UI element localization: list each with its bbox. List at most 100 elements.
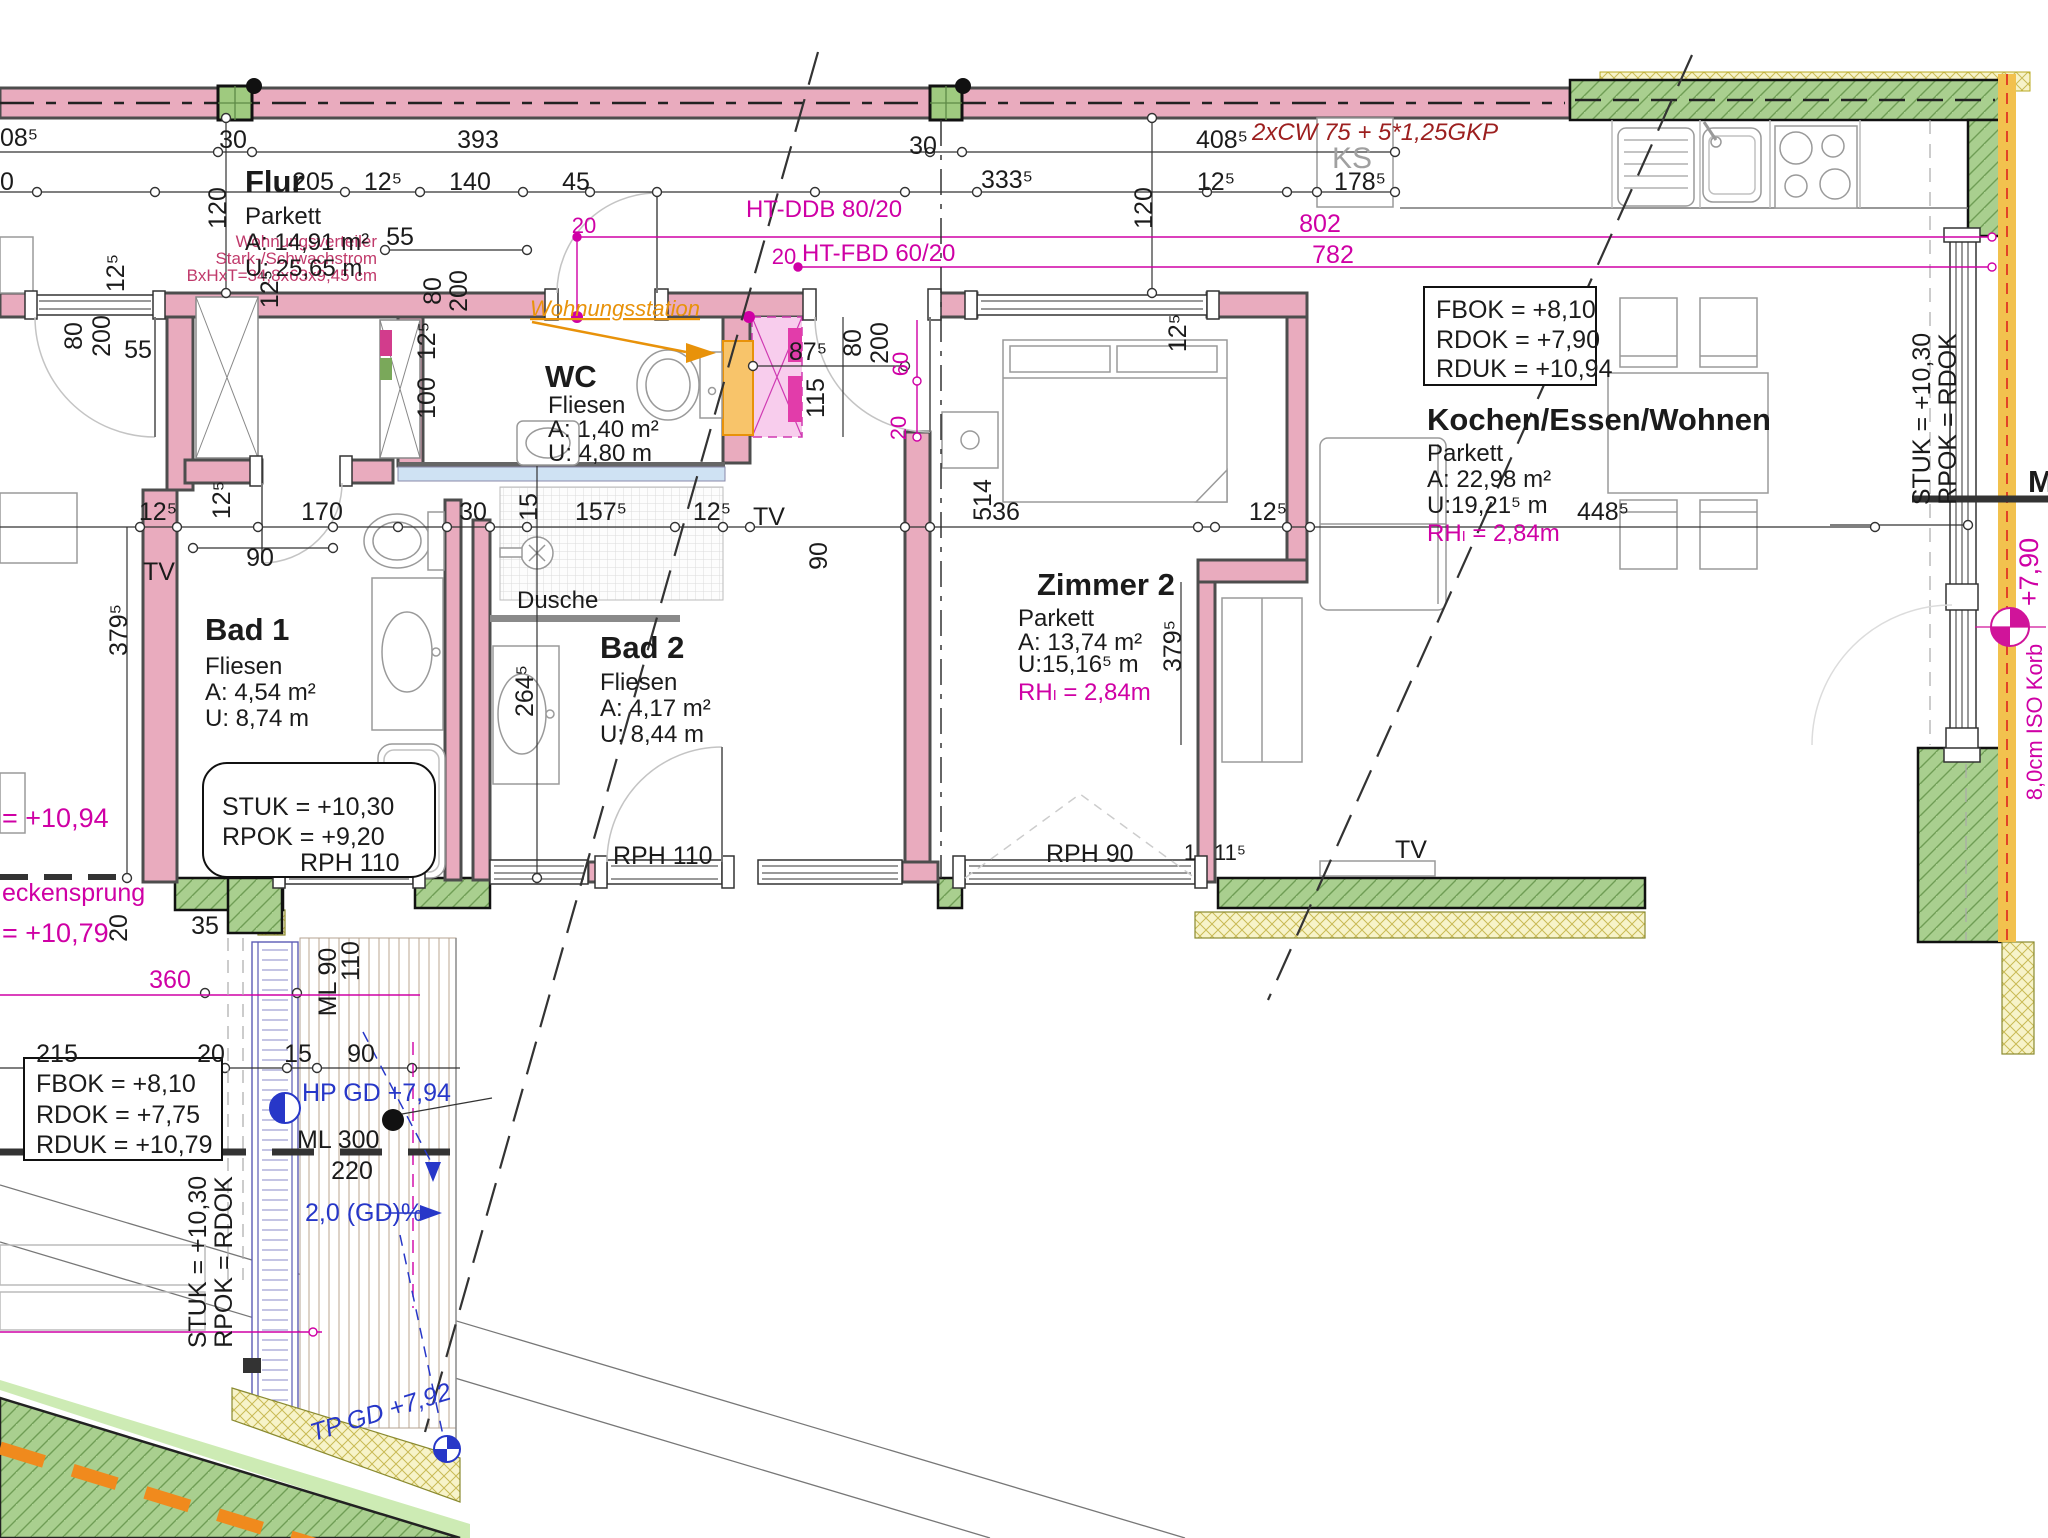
dim-360: 360	[149, 966, 191, 994]
shower-partition	[398, 467, 725, 481]
bad1-area: A: 4,54 m²	[205, 679, 316, 706]
dim-30-left: 0	[0, 168, 14, 196]
dim-379-5-b: 379⁵	[1159, 620, 1187, 672]
dim-120-right: 120	[1130, 187, 1158, 229]
note-ht-ddb: HT-DDB 80/20	[746, 196, 902, 223]
dim-12-5-j: 12⁵	[1249, 498, 1287, 526]
dim-200-b: 200	[445, 270, 473, 312]
label-tv-2: TV	[753, 503, 785, 531]
box2-rpok: RPOK = +9,20	[222, 823, 385, 851]
box3-rduk: RDUK = +10,79	[36, 1131, 213, 1159]
dim-802: 802	[1299, 210, 1341, 238]
dim-90-a: 90	[246, 544, 274, 572]
dim-60-magenta: 60	[888, 352, 913, 376]
dim-120-left: 120	[204, 187, 232, 229]
wohnungsstation-arrow	[532, 322, 716, 363]
dim-448-5: 448⁵	[1577, 498, 1629, 526]
note-deckensprung: eckensprung	[2, 879, 145, 907]
box1-rdok: RDOK = +7,90	[1436, 326, 1600, 354]
dim-80-c: 80	[839, 329, 867, 357]
label-m-cut: M	[2028, 464, 2048, 499]
note-hp-gd: HP GD +7,94	[302, 1079, 451, 1107]
dim-80-b: 80	[419, 277, 447, 305]
dim-80-a: 80	[60, 322, 88, 350]
dim-20-d: 20	[197, 1040, 225, 1068]
floor-plan-canvas: 08⁵ 0 30 393 30 408⁵ 2xCW 75 + 5*1,25GKP…	[0, 0, 2048, 1538]
wc-floor: Fliesen	[548, 392, 625, 419]
dim-12-5-e: 12⁵	[413, 322, 441, 360]
dim-12-5-c: 12⁵	[102, 254, 130, 292]
dim-12-5-g: 12⁵	[139, 498, 177, 526]
dim-205: 205	[292, 168, 334, 196]
flur-floor: Parkett	[245, 203, 321, 230]
dim-215: 215	[36, 1040, 78, 1068]
room-title-kochen: Kochen/Essen/Wohnen	[1427, 402, 1771, 437]
dim-30-pier2: 30	[909, 132, 937, 160]
zimmer2-floor: Parkett	[1018, 605, 1094, 632]
dim-30-c: 30	[459, 498, 487, 526]
dim-15-b: 15	[284, 1040, 312, 1068]
wc-area: A: 1,40 m²	[548, 416, 659, 443]
room-title-bad1: Bad 1	[205, 612, 289, 647]
dim-20-c: 20	[105, 914, 133, 942]
dim-11-5: 11⁵	[1214, 840, 1246, 865]
dim-30-pier1: 30	[219, 126, 247, 154]
dim-55-b: 55	[386, 223, 414, 251]
dim-408-right: 408⁵	[1196, 126, 1248, 154]
dim-20-magenta: 20	[886, 416, 911, 440]
dim-12-5-h: 12⁵	[693, 498, 731, 526]
box2-stuk: STUK = +10,30	[222, 793, 394, 821]
label-tv-1: TV	[143, 558, 175, 586]
zimmer2-clear-height: RHₗ = 2,84m	[1018, 679, 1151, 706]
dim-408-left: 08⁵	[0, 124, 38, 152]
box2-rph: RPH 110	[300, 849, 400, 877]
dim-100: 100	[413, 377, 441, 419]
dim-36: 36	[992, 498, 1020, 526]
dim-393: 393	[457, 126, 499, 154]
dim-264-5: 264⁵	[511, 665, 539, 717]
box3-fbok: FBOK = +8,10	[36, 1070, 196, 1098]
dim-782: 782	[1312, 241, 1354, 269]
dim-12-5-d: 12⁵	[256, 270, 284, 308]
kochen-area: A: 22,98 m²	[1427, 466, 1551, 493]
level-1094: = +10,94	[2, 803, 109, 833]
level-rpok-right: RPOK = RDOK	[1934, 333, 1962, 505]
room-title-zimmer2: Zimmer 2	[1037, 567, 1175, 602]
label-tv-3: TV	[1395, 836, 1427, 864]
dim-12-5-i: 12⁵	[1164, 314, 1192, 352]
dim-140: 140	[449, 168, 491, 196]
dim-379-5-a: 379⁵	[105, 604, 133, 656]
terrace-area	[0, 938, 1185, 1538]
bad1-perimeter: U: 8,74 m	[205, 705, 309, 732]
dim-45: 45	[562, 168, 590, 196]
bad2-area: A: 4,17 m²	[600, 695, 711, 722]
label-fridge-ks: KS	[1332, 142, 1372, 175]
dim-20-ht2: 20	[772, 244, 796, 269]
dim-200-a: 200	[88, 315, 116, 357]
kochen-floor: Parkett	[1427, 440, 1503, 467]
note-gefaelle: 2,0 (GD)%	[305, 1199, 423, 1227]
box1-rduk: RDUK = +10,94	[1436, 355, 1613, 383]
dim-157-5: 157⁵	[575, 498, 627, 526]
dim-170: 170	[301, 498, 343, 526]
level-790: +7,90	[2014, 538, 2044, 606]
dim-35: 35	[191, 912, 219, 940]
level-rpok-bottom: RPOK = RDOK	[210, 1176, 238, 1348]
dim-20-ht1: 20	[572, 213, 596, 238]
box1-fbok: FBOK = +8,10	[1436, 296, 1596, 324]
dim-1: 1	[1184, 840, 1196, 865]
level-1079: = +10,79	[2, 918, 109, 948]
bad2-perimeter: U: 8,44 m	[600, 721, 704, 748]
dim-220: 220	[331, 1157, 373, 1185]
dim-12-5-a: 12⁵	[364, 168, 402, 196]
label-dusche: Dusche	[517, 587, 598, 614]
zimmer2-perimeter: U:15,16⁵ m	[1018, 651, 1139, 678]
wohnungsstation-unit	[723, 341, 753, 435]
label-rph90: RPH 90	[1046, 840, 1134, 868]
note-drywall: 2xCW 75 + 5*1,25GKP	[1251, 119, 1498, 146]
flur-area: A: 14,91 m²	[245, 229, 369, 256]
bad2-floor: Fliesen	[600, 669, 677, 696]
amber-strip	[1998, 74, 2016, 942]
dim-12-5-f: 12⁵	[208, 481, 236, 519]
dim-ml300: ML 300	[297, 1126, 379, 1154]
